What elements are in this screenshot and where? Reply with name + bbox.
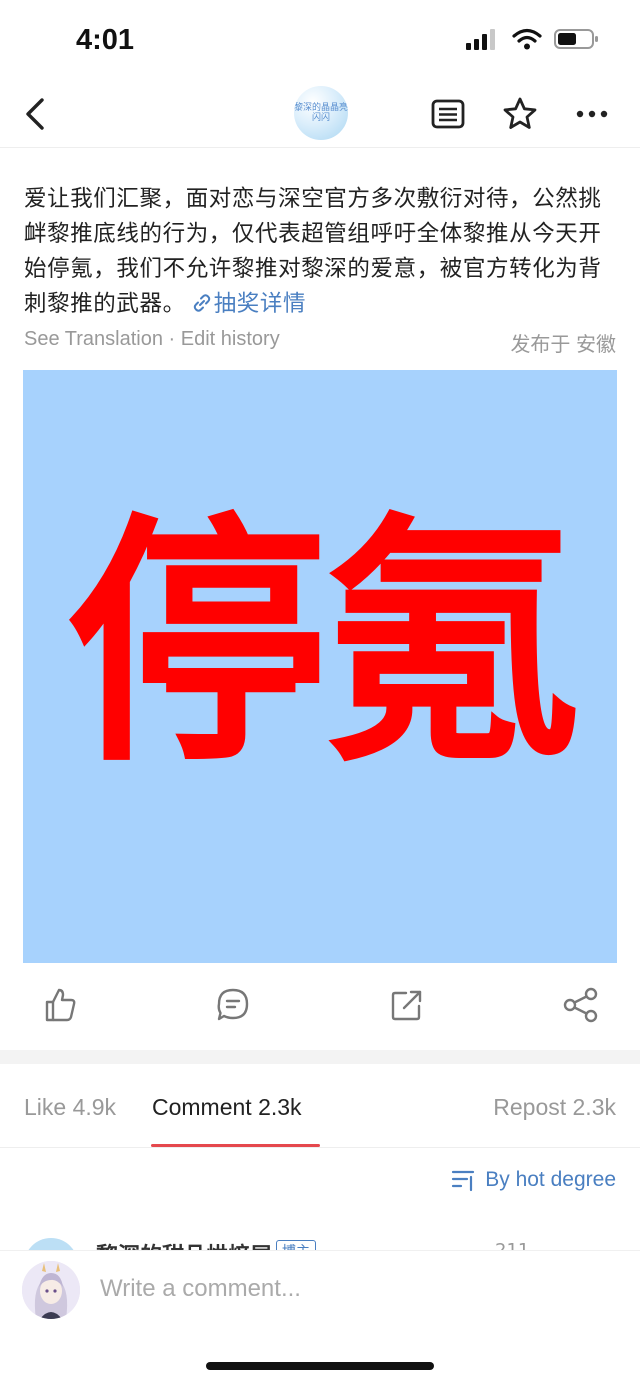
status-icons — [466, 28, 600, 50]
meta-separator: · — [162, 328, 181, 350]
sort-toggle[interactable]: By hot degree — [451, 1164, 616, 1196]
link-icon — [193, 294, 210, 312]
comment-preview[interactable]: 黎深的甜品烘焙屋 博主 211 — [0, 1232, 640, 1252]
post-location: 发布于 安徽 — [510, 334, 616, 356]
more-icon[interactable] — [572, 94, 612, 134]
edit-history-link[interactable]: Edit history — [181, 328, 280, 350]
comment-input[interactable]: Write a comment... — [100, 1275, 301, 1303]
comment-icon[interactable] — [213, 985, 253, 1025]
post-image-text: 停氪 — [66, 492, 582, 797]
section-divider — [0, 1050, 640, 1064]
signal-icon — [466, 29, 495, 50]
sort-icon — [452, 1170, 475, 1192]
lottery-link-label: 抽奖详情 — [213, 291, 307, 317]
user-avatar[interactable] — [22, 1261, 80, 1319]
lottery-link[interactable]: 抽奖详情 — [186, 291, 306, 317]
repost-icon[interactable] — [387, 985, 427, 1025]
tab-repost[interactable]: Repost 2.3k — [493, 1094, 616, 1121]
avatar-text: 黎深的晶晶亮闪闪 — [294, 103, 348, 123]
nav-bar: 黎深的晶晶亮闪闪 — [0, 80, 640, 148]
meta-links: See Translation · Edit history — [24, 328, 280, 351]
tab-comment[interactable]: Comment 2.3k — [152, 1094, 302, 1121]
status-time: 4:01 — [76, 24, 135, 56]
share-icon[interactable] — [561, 985, 601, 1025]
article-list-icon[interactable] — [428, 94, 468, 134]
profile-avatar[interactable]: 黎深的晶晶亮闪闪 — [294, 86, 348, 140]
sort-label: By hot degree — [485, 1168, 616, 1191]
status-bar: 4:01 — [0, 0, 640, 80]
post-meta: See Translation · Edit history 发布于 安徽 — [24, 328, 616, 356]
active-tab-indicator — [151, 1144, 320, 1147]
see-translation-link[interactable]: See Translation — [24, 328, 163, 350]
tab-like[interactable]: Like 4.9k — [24, 1094, 116, 1121]
user-avatar-image — [22, 1261, 80, 1319]
like-icon[interactable] — [40, 985, 80, 1025]
star-icon[interactable] — [500, 94, 540, 134]
engagement-tabs: Like 4.9k Comment 2.3k Repost 2.3k — [0, 1064, 640, 1148]
home-indicator — [206, 1362, 434, 1370]
post-body: 爱让我们汇聚，面对恋与深空官方多次敷衍对待，公然挑衅黎推底线的行为，仅代表超管组… — [24, 182, 620, 322]
chevron-left-icon[interactable] — [20, 94, 52, 134]
comment-composer: Write a comment... — [0, 1250, 640, 1330]
post-body-text: 爱让我们汇聚，面对恋与深空官方多次敷衍对待，公然挑衅黎推底线的行为，仅代表超管组… — [24, 186, 602, 317]
battery-icon — [554, 29, 598, 49]
wifi-icon — [512, 28, 542, 50]
post-image[interactable]: 停氪 — [23, 370, 617, 963]
post-actions — [0, 985, 640, 1029]
